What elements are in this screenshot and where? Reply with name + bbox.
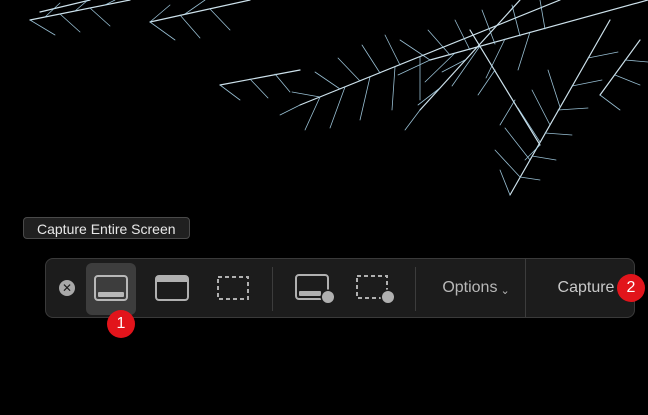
tooltip-capture-entire-screen: Capture Entire Screen: [23, 217, 190, 239]
close-button[interactable]: ✕: [57, 259, 77, 317]
toolbar-divider: [415, 267, 416, 311]
chevron-down-icon: ⌄: [500, 284, 510, 297]
capture-entire-screen-button[interactable]: [86, 259, 136, 317]
capture-label: Capture: [557, 279, 615, 296]
toolbar-divider: [272, 267, 273, 311]
screenshot-toolbar: ✕ Options ⌄ Capture: [45, 258, 635, 318]
toolbar-divider: [525, 259, 526, 317]
close-icon: ✕: [59, 280, 75, 296]
wallpaper-ice-crystal: [29, 0, 648, 196]
record-selected-portion-button[interactable]: [351, 259, 401, 317]
options-label: Options: [442, 279, 498, 296]
record-screen-icon: [295, 274, 336, 305]
selection-icon: [217, 276, 249, 300]
annotation-marker-2: 2: [617, 274, 645, 302]
desktop: Capture Entire Screen ✕ Options ⌄ Captur…: [0, 0, 648, 415]
record-selection-icon: [356, 275, 396, 305]
record-entire-screen-button[interactable]: [291, 259, 341, 317]
capture-selected-window-button[interactable]: [147, 259, 197, 317]
entire-screen-icon: [94, 275, 128, 301]
options-button[interactable]: Options ⌄: [426, 259, 526, 317]
capture-selected-portion-button[interactable]: [208, 259, 258, 317]
annotation-marker-1: 1: [107, 310, 135, 338]
window-icon: [155, 275, 189, 301]
